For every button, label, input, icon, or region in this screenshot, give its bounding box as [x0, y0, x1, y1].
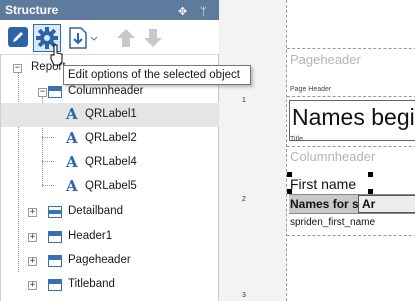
band-separator — [287, 146, 415, 147]
collapse-icon[interactable]: − — [38, 88, 47, 97]
expand-icon[interactable]: + — [28, 281, 37, 290]
tree-item-pageheader[interactable]: + Pageheader — [1, 249, 219, 273]
tree-item-label: Header1 — [68, 230, 113, 242]
selection-handle[interactable] — [287, 172, 292, 177]
tree-item-qrlabel1[interactable]: A QRLabel1 — [1, 103, 219, 127]
vertical-ruler — [220, 0, 238, 301]
tree-item-detailband[interactable]: + Detailband — [1, 200, 219, 224]
band-icon — [48, 86, 62, 98]
hand-cursor-icon — [50, 44, 63, 66]
tree-item-qrlabel4[interactable]: A QRLabel4 — [1, 151, 219, 175]
qrlabel1-first-name[interactable]: First name — [290, 176, 356, 192]
tree-item-qrlabel5[interactable]: A QRLabel5 — [1, 175, 219, 199]
label-icon: A — [66, 105, 78, 123]
pageheader-band-label: Page Header — [290, 86, 332, 93]
tree-item-header1[interactable]: + Header1 — [1, 225, 219, 249]
band-separator — [287, 235, 415, 236]
band-icon — [48, 231, 62, 243]
report-designer: 1 1 2 3 Pageheader Page Header Names beg… — [220, 0, 415, 301]
pageheader-caption: Pageheader — [290, 52, 361, 67]
tree-item-label: QRLabel5 — [85, 180, 137, 192]
title-band-label: Title — [290, 136, 303, 143]
ruler-mark: 1 — [242, 97, 246, 104]
panel-title: Structure — [5, 3, 59, 17]
tree-item-label: Detailband — [68, 205, 123, 217]
band-icon — [48, 255, 62, 267]
tooltip: Edit options of the selected object — [63, 65, 251, 85]
columnheader-caption: Columnheader — [290, 149, 376, 164]
band-icon — [48, 206, 62, 218]
expand-icon[interactable]: + — [28, 208, 37, 217]
tree-item-label: QRLabel4 — [85, 156, 137, 168]
band-separator — [287, 96, 415, 97]
arrow-down-icon — [144, 29, 162, 47]
structure-panel: Structure ✥ ᛘ − Report − Columnheader A … — [0, 0, 219, 301]
state-field-value: Ar — [362, 197, 376, 211]
selection-handle[interactable] — [368, 172, 373, 177]
band-icon — [48, 279, 62, 291]
import-button[interactable] — [66, 24, 98, 52]
expand-icon[interactable]: + — [28, 257, 37, 266]
tree-item-qrlabel2[interactable]: A QRLabel2 — [1, 127, 219, 151]
app-window: Structure ✥ ᛘ − Report − Columnheader A … — [0, 0, 415, 301]
pencil-icon — [8, 27, 28, 47]
expand-icon[interactable]: + — [28, 233, 37, 242]
label-icon: A — [66, 129, 78, 147]
structure-tree: − Report − Columnheader A QRLabel1 A QRL… — [0, 54, 219, 301]
edit-button[interactable] — [5, 24, 33, 52]
tree-item-label: Titleband — [68, 278, 115, 290]
tree-item-label: Columnheader — [68, 85, 144, 97]
title-label[interactable]: Names begi — [292, 104, 415, 131]
tree-item-titleband[interactable]: + Titleband — [1, 273, 219, 297]
pin-icon[interactable]: ᛘ — [200, 2, 207, 22]
tree-item-label: QRLabel1 — [85, 108, 137, 120]
move-icon[interactable]: ✥ — [178, 2, 187, 22]
detail-field-first-name[interactable]: spriden_first_name — [290, 217, 375, 228]
tree-item-label: Pageheader — [68, 254, 131, 266]
ruler-mark: 3 — [242, 292, 246, 299]
import-icon — [69, 27, 98, 49]
label-icon: A — [66, 153, 78, 171]
tree-item-label: QRLabel2 — [85, 132, 137, 144]
ruler-mark: 2 — [242, 196, 246, 203]
band-separator — [287, 48, 415, 49]
collapse-icon[interactable]: − — [13, 64, 22, 73]
structure-toolbar — [0, 20, 219, 54]
move-up-button[interactable] — [114, 24, 142, 52]
report-page[interactable]: Pageheader Page Header Names begi Title … — [286, 0, 415, 301]
label-icon: A — [66, 177, 78, 195]
panel-title-bar: Structure ✥ ᛘ — [0, 0, 219, 20]
move-down-button[interactable] — [141, 24, 169, 52]
arrow-up-icon — [117, 29, 135, 47]
